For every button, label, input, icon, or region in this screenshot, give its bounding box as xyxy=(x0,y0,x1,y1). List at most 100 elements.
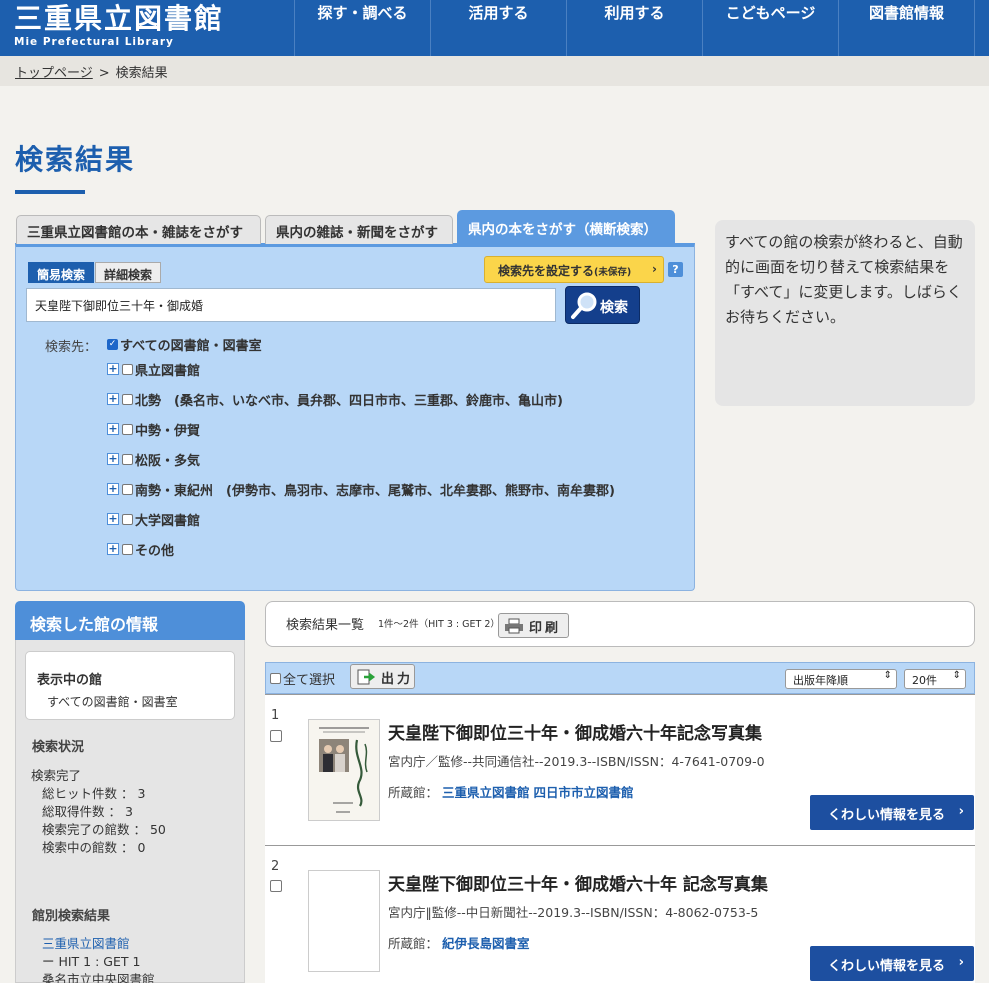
nav-use[interactable]: 利用する xyxy=(567,0,703,56)
all-libraries-option[interactable]: ✓ すべての図書館・図書室 xyxy=(107,334,262,354)
display-library-value: すべての図書館・図書室 xyxy=(47,695,178,709)
all-libraries-checkbox[interactable]: ✓ xyxy=(107,338,118,350)
per-page-select[interactable]: 20件 ⇕ xyxy=(904,669,966,689)
library-group-row[interactable]: + 中勢・伊賀 xyxy=(107,419,200,439)
sort-select-value: 出版年降順 xyxy=(793,674,848,687)
result-checkbox[interactable] xyxy=(270,880,282,892)
breadcrumb-current: 検索結果 xyxy=(115,66,168,81)
all-libraries-label: すべての図書館・図書室 xyxy=(120,338,262,354)
chevron-right-icon: › xyxy=(652,262,657,276)
library-group-row[interactable]: + 北勢 (桑名市、いなべ市、員弁郡、四日市市、三重郡、鈴鹿市、亀山市) xyxy=(107,389,563,409)
group-checkbox[interactable] xyxy=(122,363,133,375)
tab-prefectural-books[interactable]: 三重県立図書館の本・雑誌をさがす xyxy=(16,215,261,244)
holding-library-link[interactable]: 紀伊長島図書室 xyxy=(442,936,530,951)
group-checkbox[interactable] xyxy=(122,513,133,525)
group-label: 北勢 (桑名市、いなべ市、員弁郡、四日市市、三重郡、鈴鹿市、亀山市) xyxy=(135,393,563,409)
library-result-link[interactable]: 三重県立図書館 xyxy=(42,933,130,952)
group-label: 松阪・多気 xyxy=(135,453,201,469)
holding-library-link[interactable]: 三重県立図書館 xyxy=(442,785,530,800)
display-library-heading: 表示中の館 xyxy=(37,673,103,688)
library-group-row[interactable]: + 大学図書館 xyxy=(107,509,200,529)
per-library-heading: 館別検索結果 xyxy=(32,909,111,924)
expand-plus-icon[interactable]: + xyxy=(107,543,119,555)
sort-select[interactable]: 出版年降順 ⇕ xyxy=(785,669,897,689)
expand-plus-icon[interactable]: + xyxy=(107,483,119,495)
group-checkbox[interactable] xyxy=(122,453,133,465)
result-number: 2 xyxy=(271,859,280,874)
help-icon[interactable]: ? xyxy=(668,262,683,277)
tab-magazines-newspapers[interactable]: 県内の雑誌・新聞をさがす xyxy=(265,215,453,244)
library-group-row[interactable]: + 松阪・多気 xyxy=(107,449,200,469)
breadcrumb-home-link[interactable]: トップページ xyxy=(15,66,93,81)
library-group-row[interactable]: + その他 xyxy=(107,539,174,559)
search-button-label: 検索 xyxy=(600,300,628,316)
result-divider xyxy=(265,845,975,846)
expand-plus-icon[interactable]: + xyxy=(107,453,119,465)
breadcrumb-separator: > xyxy=(98,66,110,81)
select-all-option[interactable]: 全て選択 xyxy=(270,669,335,688)
select-all-checkbox[interactable] xyxy=(270,673,281,684)
result-meta: 宮内庁‖監修--中日新聞社--2019.3--ISBN/ISSN：4-8062-… xyxy=(388,905,759,920)
searched-libraries-heading: 検索した館の情報 xyxy=(15,601,245,640)
search-input[interactable] xyxy=(26,288,556,322)
group-checkbox[interactable] xyxy=(122,423,133,435)
group-label: 大学図書館 xyxy=(135,513,201,529)
nav-library-info[interactable]: 図書館情報 xyxy=(839,0,975,56)
logo-japanese: 三重県立図書館 xyxy=(14,2,225,35)
site-logo[interactable]: 三重県立図書館 Mie Prefectural Library xyxy=(14,2,224,48)
nav-kids[interactable]: こどもページ xyxy=(703,0,839,56)
done-library-count: 検索完了の館数 ： 50 xyxy=(42,822,166,837)
set-search-target-button[interactable]: 検索先を設定する(未保存) › xyxy=(484,256,664,283)
book-cover-image[interactable] xyxy=(308,870,380,972)
view-details-button[interactable]: くわしい情報を見る › xyxy=(810,946,974,981)
results-count: 1件〜2件（HIT 3 : GET 2） xyxy=(378,619,500,630)
global-nav: 探す・調べる 活用する 利用する こどもページ 図書館情報 xyxy=(294,0,975,56)
expand-plus-icon[interactable]: + xyxy=(107,513,119,525)
expand-plus-icon[interactable]: + xyxy=(107,393,119,405)
export-icon xyxy=(357,669,376,685)
search-button[interactable]: 検索 xyxy=(565,286,640,324)
total-got: 総取得件数 ： 3 xyxy=(42,804,133,819)
holding-library-link[interactable]: 四日市市立図書館 xyxy=(534,785,634,800)
results-list-title: 検索結果一覧 xyxy=(286,618,365,633)
group-checkbox[interactable] xyxy=(122,543,133,555)
per-page-select-value: 20件 xyxy=(912,674,937,687)
result-meta: 宮内庁／監修--共同通信社--2019.3--ISBN/ISSN：4-7641-… xyxy=(388,754,765,769)
select-arrows-icon: ⇕ xyxy=(952,670,961,681)
nav-utilize[interactable]: 活用する xyxy=(431,0,567,56)
group-label: 南勢・東紀州 (伊勢市、鳥羽市、志摩市、尾鷲市、北牟婁郡、熊野市、南牟婁郡) xyxy=(135,483,615,499)
printer-icon xyxy=(505,618,523,634)
expand-plus-icon[interactable]: + xyxy=(107,423,119,435)
search-notice: すべての館の検索が終わると、自動的に画面を切り替えて検索結果を「すべて」に変更し… xyxy=(715,220,975,406)
tab-cross-search[interactable]: 県内の本をさがす（横断検索） xyxy=(457,210,675,244)
result-title-link[interactable]: 天皇陛下御即位三十年・御成婚六十年 記念写真集 xyxy=(388,870,768,895)
search-target-label: 検索先： xyxy=(45,340,98,355)
library-group-row[interactable]: + 県立図書館 xyxy=(107,359,200,379)
search-status-heading: 検索状況 xyxy=(32,740,85,755)
breadcrumb: トップページ > 検索結果 xyxy=(0,56,989,86)
holdings-label: 所蔵館： xyxy=(388,936,439,951)
library-group-row[interactable]: + 南勢・東紀州 (伊勢市、鳥羽市、志摩市、尾鷲市、北牟婁郡、熊野市、南牟婁郡) xyxy=(107,479,615,499)
output-label: 出力 xyxy=(381,672,414,687)
mode-simple-tab[interactable]: 簡易検索 xyxy=(28,262,95,283)
print-button[interactable]: 印刷 xyxy=(498,613,569,638)
nav-search[interactable]: 探す・調べる xyxy=(295,0,431,56)
group-checkbox[interactable] xyxy=(122,393,133,405)
select-all-label: 全て選択 xyxy=(283,673,336,688)
library-result-next[interactable]: 桑名市立中央図書館 xyxy=(42,969,155,983)
book-cover-image[interactable] xyxy=(308,719,380,821)
group-checkbox[interactable] xyxy=(122,483,133,495)
holdings-label: 所蔵館： xyxy=(388,785,439,800)
output-button[interactable]: 出力 xyxy=(350,664,415,689)
site-header: 三重県立図書館 Mie Prefectural Library 探す・調べる 活… xyxy=(0,0,989,56)
expand-plus-icon[interactable]: + xyxy=(107,363,119,375)
set-target-note: (未保存) xyxy=(594,267,632,278)
chevron-right-icon: › xyxy=(958,804,964,819)
magnifier-icon xyxy=(571,292,597,319)
result-title-link[interactable]: 天皇陛下御即位三十年・御成婚六十年記念写真集 xyxy=(388,719,762,744)
result-checkbox[interactable] xyxy=(270,730,282,742)
print-label: 印刷 xyxy=(529,621,562,636)
mode-detail-tab[interactable]: 詳細検索 xyxy=(95,262,162,283)
book-cover-illustration xyxy=(309,720,379,820)
view-details-button[interactable]: くわしい情報を見る › xyxy=(810,795,974,830)
